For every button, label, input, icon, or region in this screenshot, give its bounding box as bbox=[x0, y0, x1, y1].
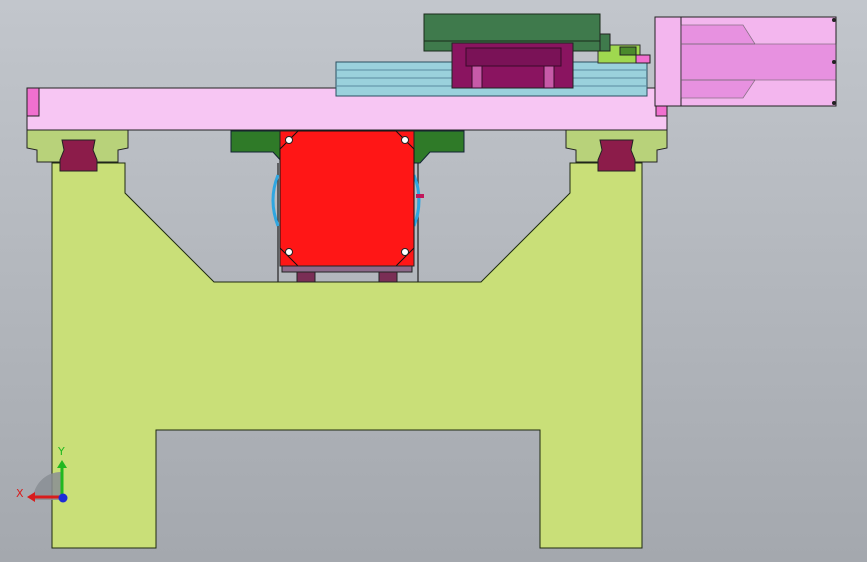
cad-viewport[interactable]: Y X bbox=[0, 0, 867, 562]
side-bolt bbox=[416, 194, 424, 198]
cad-drawing[interactable]: Y X bbox=[0, 0, 867, 562]
drive-foot-left bbox=[296, 271, 316, 283]
drive-foot-right bbox=[378, 271, 398, 283]
blue-rim-left bbox=[271, 174, 280, 227]
slide-carriage[interactable] bbox=[451, 42, 574, 89]
drive-base-plate bbox=[281, 265, 413, 273]
red-drive-unit[interactable] bbox=[279, 130, 415, 267]
coordinate-triad-icon[interactable]: Y X bbox=[16, 445, 68, 503]
servo-motor[interactable] bbox=[654, 16, 837, 107]
x-axis-label: X bbox=[16, 487, 24, 500]
y-axis-label: Y bbox=[57, 445, 65, 458]
